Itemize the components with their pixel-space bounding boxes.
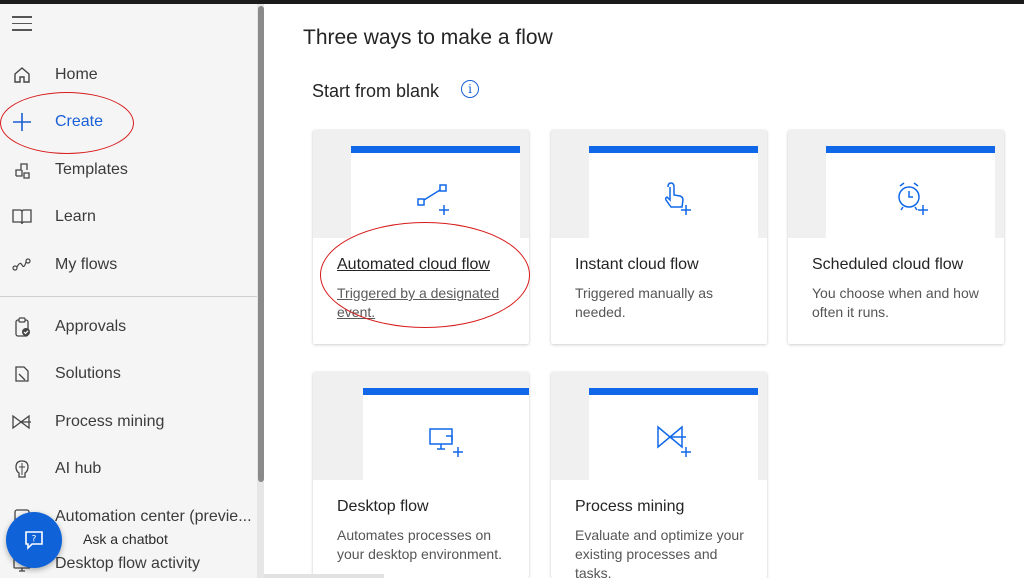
sidebar-item-templates[interactable]: Templates [0,150,256,190]
card-description: Automates processes on your desktop envi… [337,527,502,562]
sidebar-item-label: AI hub [55,460,102,477]
chatbot-label[interactable]: Ask a chatbot [83,531,168,547]
card-title: Desktop flow [337,498,429,515]
sidebar-divider [0,296,257,297]
sidebar-item-approvals[interactable]: Approvals [0,307,256,347]
sidebar-item-label: Templates [55,161,128,178]
card-illustration-panel [589,388,758,480]
card-title: Scheduled cloud flow [812,256,964,273]
annotation-ellipse-automated-cloud-flow [320,222,530,328]
ai-hub-icon [10,457,34,481]
sidebar-item-process-mining[interactable]: Process mining [0,402,256,442]
sidebar-item-label: Solutions [55,365,121,382]
card-process-mining[interactable]: Process mining Evaluate and optimize you… [551,372,767,578]
sidebar-item-learn[interactable]: Learn [0,197,256,237]
sidebar-item-label: Home [55,66,98,83]
chatbot-button[interactable]: ? [6,512,62,568]
card-illustration-panel [826,146,995,238]
sidebar-item-label: Automation center (previe... [55,508,252,525]
sidebar-item-ai-hub[interactable]: AI hub [0,449,256,489]
automated-flow-icon [416,184,449,215]
card-description: Evaluate and optimize your existing proc… [575,527,744,578]
svg-text:?: ? [32,535,37,545]
card-illustration-panel [589,146,758,238]
card-illustration-panel [363,388,529,480]
card-description: Triggered manually as needed. [575,285,713,320]
home-icon [10,63,34,87]
sidebar-item-label: Desktop flow activity [55,555,200,572]
scheduled-flow-icon [897,182,928,215]
sidebar-item-solutions[interactable]: Solutions [0,354,256,394]
horizontal-scrollbar[interactable] [264,574,384,578]
process-mining-icon [10,410,34,434]
card-instant-cloud-flow[interactable]: Instant cloud flow Triggered manually as… [551,130,767,344]
instant-flow-icon [664,182,691,215]
solutions-icon [10,362,34,386]
flows-icon [10,253,34,277]
sidebar-item-home[interactable]: Home [0,55,256,95]
card-title: Process mining [575,498,685,515]
sidebar-item-my-flows[interactable]: My flows [0,245,256,285]
sidebar-item-label: Learn [55,208,96,225]
desktop-flow-icon [429,428,463,457]
section-title: Start from blank [312,81,440,101]
sidebar-item-label: Approvals [55,318,127,335]
info-icon[interactable]: i [461,80,479,98]
approvals-icon [10,315,34,339]
templates-icon [10,158,34,182]
annotation-ellipse-create [0,92,134,154]
card-title: Instant cloud flow [575,256,699,273]
page-title: Three ways to make a flow [303,26,553,49]
hamburger-menu-icon[interactable] [12,16,34,34]
book-icon [10,205,34,229]
sidebar-item-label: My flows [55,256,118,273]
chat-help-icon: ? [25,531,43,550]
process-mining-card-icon [656,425,691,457]
card-desktop-flow[interactable]: Desktop flow Automates processes on your… [313,372,529,578]
card-description: You choose when and how often it runs. [812,285,979,320]
card-scheduled-cloud-flow[interactable]: Scheduled cloud flow You choose when and… [788,130,1004,344]
sidebar-item-label: Process mining [55,413,165,430]
